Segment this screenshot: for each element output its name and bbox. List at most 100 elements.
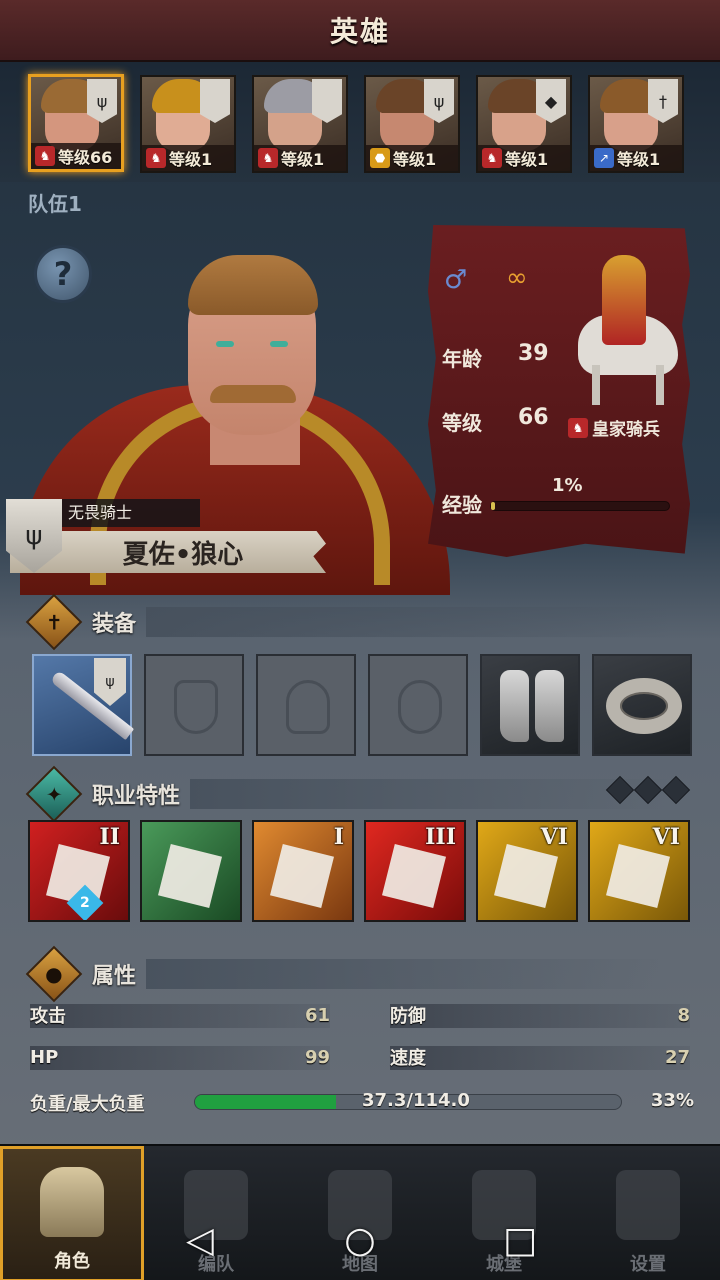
horse-icon: ♞ (258, 148, 278, 168)
lance-icon: ↗ (594, 148, 614, 168)
traits-title: 职业特性 (92, 784, 181, 809)
boots-icon (500, 670, 564, 742)
app-root: 英雄 ψ ♞ 等级66 ♞ 等级1 ♞ 等级1 ψ ⬣ 等级1 ◆ ♞ 等级1 † ↗ 等级1 队伍1 ? 无… (0, 0, 720, 1280)
skill-count: 2 (80, 895, 90, 911)
equipment-slots: ψ (32, 654, 692, 758)
skill-rank: I (333, 824, 344, 850)
skill-emblem-icon (382, 844, 446, 908)
skill-emblem-icon (270, 844, 334, 908)
speed-label: 速度 (390, 1048, 426, 1069)
hero-level-bar: ♞ 等级1 (142, 145, 234, 171)
horse-icon: ♞ (35, 146, 55, 166)
hero-level: 等级1 (281, 150, 325, 169)
hero-level-bar: ♞ 等级1 (478, 145, 570, 171)
charge-target-skill[interactable]: II 2 (28, 820, 130, 922)
sword-up-skill[interactable]: I (252, 820, 354, 922)
armor-slot[interactable] (368, 654, 468, 756)
portrait-eye-right (270, 341, 288, 347)
load-label: 负重/最大负重 (30, 1094, 145, 1115)
attack-row: 攻击 61 (30, 1000, 330, 1030)
skill-rank: VI (652, 824, 680, 850)
skill-rank: III (425, 824, 456, 850)
blank-icon (200, 79, 230, 123)
helmet-icon (286, 680, 330, 734)
attributes-header: ● 属性 (25, 945, 670, 1003)
defense-row: 防御 8 (390, 1000, 690, 1030)
attack-value: 61 (304, 1004, 330, 1026)
hero-name: 夏佐•狼心 (122, 539, 244, 570)
hero-level: 等级1 (505, 150, 549, 169)
wolf-crest-icon: ψ (424, 79, 454, 123)
weapon-slot[interactable]: ψ (32, 654, 135, 756)
married-rings-icon: ∞ (506, 263, 528, 293)
trait-skills: II 2 I III VI VI (28, 820, 692, 924)
help-button[interactable]: ? (34, 245, 92, 303)
exp-bar (490, 501, 670, 511)
hero-slot[interactable]: ♞ 等级1 (140, 75, 236, 173)
horse-icon: ♞ (482, 148, 502, 168)
helmet-slot[interactable] (256, 654, 356, 756)
load-percent: 33% (650, 1090, 694, 1111)
portrait-mustache (210, 385, 296, 403)
blank-icon (312, 79, 342, 123)
hero-info-panel: ♂ ∞ 年龄 39 等级 66 ♞ 皇家骑兵 1% 经验 (428, 225, 690, 557)
portrait-eye-left (216, 341, 234, 347)
load-row: 负重/最大负重 37.3/114.0 33% (30, 1088, 694, 1118)
shield-break-skill-2[interactable]: VI (588, 820, 690, 922)
ride-skill[interactable] (140, 820, 242, 922)
wolf-crest-icon: ψ (87, 79, 117, 123)
shield-icon (174, 680, 218, 734)
hero-slot[interactable]: ♞ 等级1 (252, 75, 348, 173)
sword-strike-skill[interactable]: III (364, 820, 466, 922)
age-value: 39 (518, 341, 549, 366)
traits-header: ✦ 职业特性 (25, 765, 670, 823)
hero-slot[interactable]: ψ ⬣ 等级1 (364, 75, 460, 173)
portrait-hair (188, 255, 318, 315)
hero-level: 等级66 (58, 148, 113, 167)
hero-slot[interactable]: ψ ♞ 等级66 (28, 74, 124, 172)
load-bar-fill (195, 1095, 336, 1109)
class-name: 皇家骑兵 (592, 420, 660, 440)
title-bar: 英雄 (0, 0, 720, 62)
hero-roster: ψ ♞ 等级66 ♞ 等级1 ♞ 等级1 ψ ⬣ 等级1 ◆ ♞ 等级1 † ↗ 等级1 (0, 62, 720, 182)
cross-icon: ✝ (25, 593, 83, 651)
shield-icon: ⬣ (370, 148, 390, 168)
boots-slot[interactable] (480, 654, 580, 756)
age-label: 年龄 (442, 347, 482, 371)
speed-row: 速度 27 (390, 1042, 690, 1072)
hp-row: HP 99 (30, 1042, 330, 1072)
hero-slot[interactable]: † ↗ 等级1 (588, 75, 684, 173)
system-nav-bar: ◁ ○ □ (0, 1200, 720, 1280)
skill-rank: II (99, 824, 120, 850)
shield-slot[interactable] (144, 654, 244, 756)
skill-rank: VI (540, 824, 568, 850)
hero-level-bar: ⬣ 等级1 (366, 145, 458, 171)
skill-emblem-icon (158, 844, 222, 908)
class-knight-illustration (578, 245, 678, 415)
speed-value: 27 (664, 1046, 690, 1068)
armor-icon (398, 680, 442, 734)
horse-icon: ♞ (146, 148, 166, 168)
hp-value: 99 (304, 1046, 330, 1068)
home-button[interactable]: ○ (340, 1220, 380, 1261)
attack-label: 攻击 (30, 1006, 66, 1027)
ring-slot[interactable] (592, 654, 692, 756)
trait-page-indicator (605, 775, 691, 805)
class-banner: 无畏骑士 ψ 夏佐•狼心 (0, 495, 330, 575)
diamond-icon (605, 775, 635, 805)
class-badge: ♞ 皇家骑兵 (568, 415, 660, 440)
hero-level-bar: ♞ 等级1 (254, 145, 346, 171)
skill-emblem-icon (606, 844, 670, 908)
recent-apps-button[interactable]: □ (500, 1220, 540, 1261)
hero-level-bar: ♞ 等级66 (31, 143, 121, 169)
shield-break-skill-1[interactable]: VI (476, 820, 578, 922)
diamond-icon (633, 775, 663, 805)
equipment-header: ✝ 装备 (25, 593, 670, 651)
hero-detail: ? 无畏骑士 ψ 夏佐•狼心 ♂ ∞ 年龄 39 等级 66 ♞ 皇家骑兵 1%… (0, 215, 720, 595)
hero-slot[interactable]: ◆ ♞ 等级1 (476, 75, 572, 173)
male-icon: ♂ (444, 265, 468, 295)
back-button[interactable]: ◁ (180, 1220, 220, 1261)
defense-value: 8 (677, 1004, 690, 1026)
attributes-title: 属性 (92, 964, 137, 989)
wolf-crest-icon: ψ (94, 658, 126, 706)
